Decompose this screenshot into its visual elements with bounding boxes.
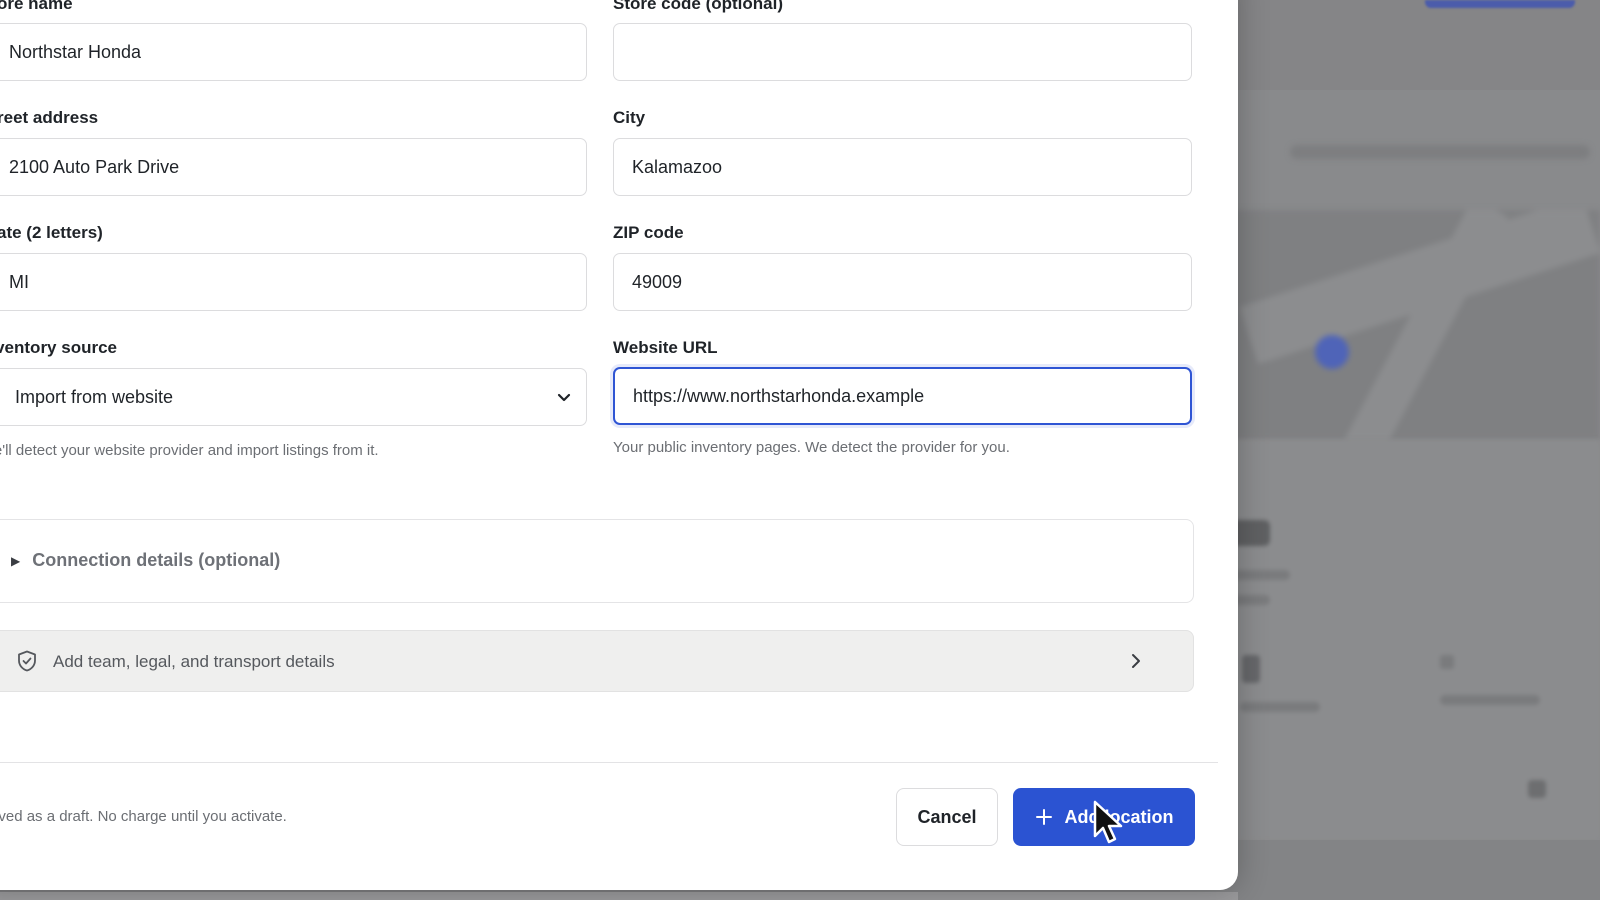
- footer-divider: [0, 762, 1218, 763]
- street-address-input[interactable]: 2100 Auto Park Drive: [0, 138, 587, 196]
- inventory-source-help: We'll detect your website provider and i…: [0, 442, 379, 459]
- zip-input[interactable]: 49009: [613, 253, 1192, 311]
- connection-details-label: Connection details (optional): [32, 550, 281, 570]
- connection-details-toggle[interactable]: ▶ Connection details (optional): [11, 550, 280, 571]
- inventory-source-select[interactable]: Import from website: [0, 368, 587, 426]
- state-label: State (2 letters): [0, 223, 103, 242]
- inventory-source-label: Inventory source: [0, 338, 117, 357]
- scrollbar-track: [0, 892, 1238, 900]
- extra-details-row[interactable]: Add team, legal, and transport details: [0, 630, 1194, 692]
- chevron-down-icon: [557, 393, 571, 402]
- cancel-button[interactable]: Cancel: [896, 788, 998, 846]
- background-details: [1180, 440, 1600, 840]
- add-location-button[interactable]: Add location: [1013, 788, 1195, 846]
- store-name-input[interactable]: Northstar Honda: [0, 23, 587, 81]
- zip-label: ZIP code: [613, 223, 684, 242]
- store-code-label: Store code (optional): [613, 0, 783, 13]
- background-primary-button: [1425, 0, 1575, 8]
- background-map: [1180, 210, 1600, 440]
- city-input[interactable]: Kalamazoo: [613, 138, 1192, 196]
- add-location-modal: Store name Northstar Honda Store code (o…: [0, 0, 1238, 890]
- city-label: City: [613, 108, 646, 127]
- background-topbar: [1180, 0, 1600, 90]
- inventory-source-selected: Import from website: [15, 386, 174, 407]
- connection-details-panel: ▶ Connection details (optional): [0, 519, 1194, 603]
- store-code-input[interactable]: [613, 23, 1192, 81]
- chevron-right-icon: [1132, 654, 1140, 668]
- website-url-help: Your public inventory pages. We detect t…: [613, 439, 1010, 456]
- store-name-label: Store name: [0, 0, 73, 13]
- background-page: [1180, 0, 1600, 900]
- map-pin-icon: [1315, 335, 1349, 369]
- plus-icon: [1035, 809, 1052, 825]
- website-url-input[interactable]: https://www.northstarhonda.example: [613, 367, 1192, 425]
- street-address-label: Street address: [0, 108, 99, 127]
- footer-note: Saved as a draft. No charge until you ac…: [0, 808, 287, 825]
- extra-details-label: Add team, legal, and transport details: [53, 652, 335, 671]
- triangle-right-icon: ▶: [11, 553, 21, 568]
- add-location-label: Add location: [1064, 806, 1174, 827]
- background-footer: [1180, 840, 1600, 900]
- website-url-label: Website URL: [613, 338, 718, 357]
- state-input[interactable]: MI: [0, 253, 587, 311]
- background-header-row: [1180, 90, 1600, 220]
- shield-check-icon: [18, 650, 36, 672]
